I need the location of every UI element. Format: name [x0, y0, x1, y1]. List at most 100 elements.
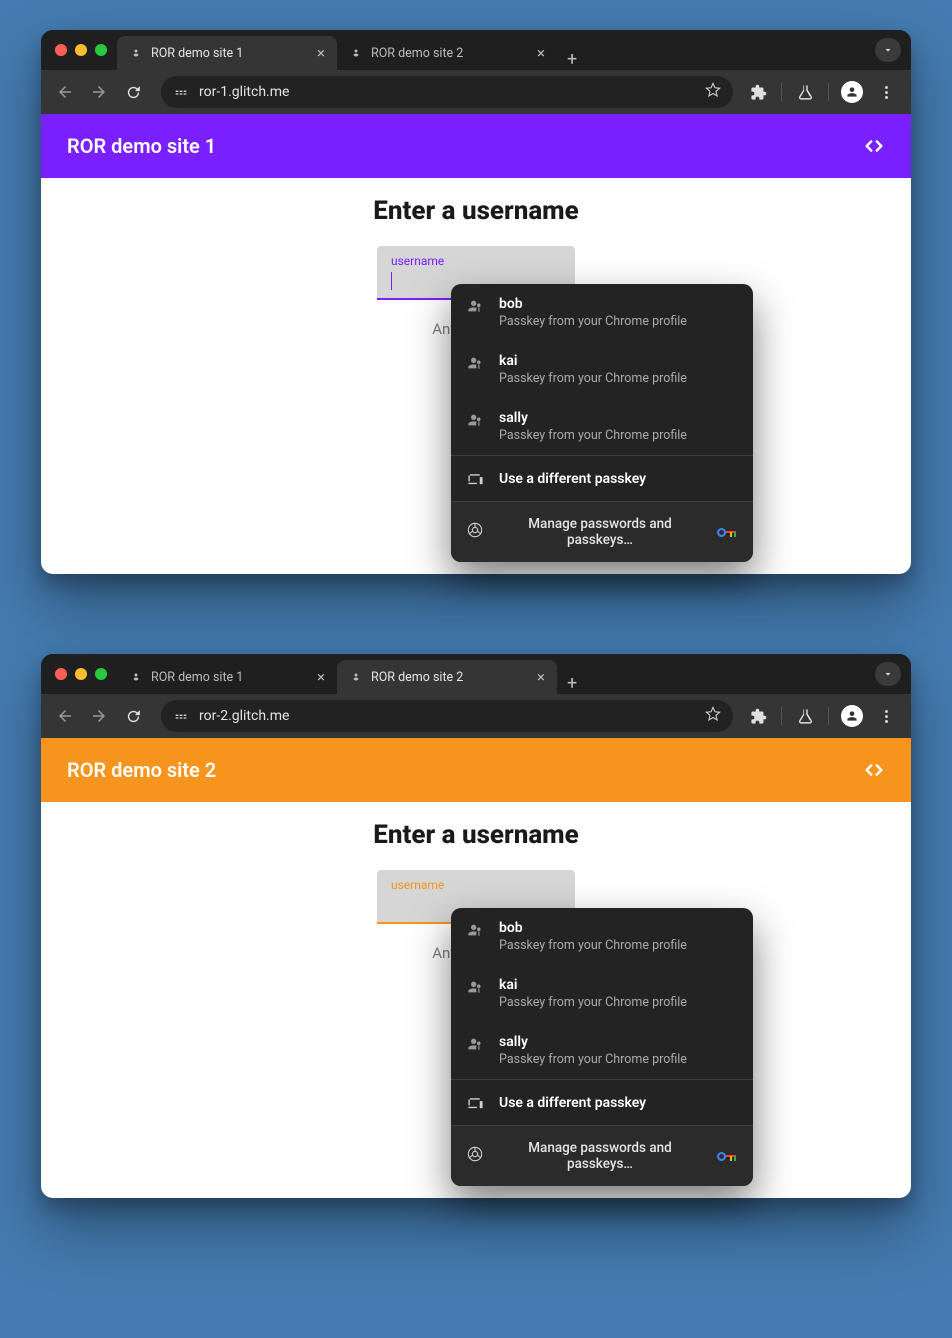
extensions-button[interactable] [747, 81, 769, 103]
input-label: username [391, 878, 561, 892]
page-body: Enter a username username Any usernam bo… [41, 802, 911, 1088]
traffic-fullscreen-icon[interactable] [95, 668, 107, 680]
passkey-name: kai [499, 353, 737, 369]
traffic-close-icon[interactable] [55, 44, 67, 56]
profile-button[interactable] [841, 705, 863, 727]
labs-button[interactable] [794, 705, 816, 727]
passkey-option[interactable]: bob Passkey from your Chrome profile [451, 284, 753, 341]
flask-icon [797, 708, 814, 725]
manage-label: Manage passwords and passkeys… [497, 1140, 703, 1172]
back-button[interactable] [51, 78, 79, 106]
reload-icon [125, 708, 142, 725]
profile-button[interactable] [841, 81, 863, 103]
puzzle-icon [750, 708, 767, 725]
new-tab-button[interactable]: + [557, 673, 587, 694]
browser-tab[interactable]: ROR demo site 1 × [117, 660, 337, 694]
forward-button[interactable] [85, 702, 113, 730]
use-different-passkey[interactable]: Use a different passkey [451, 1080, 753, 1125]
site-header: ROR demo site 1 [41, 114, 911, 178]
tab-favicon-icon [129, 670, 143, 684]
passkey-icon [467, 1036, 485, 1052]
site-header: ROR demo site 2 [41, 738, 911, 802]
tab-overflow-button[interactable] [875, 38, 901, 62]
passkey-option[interactable]: sally Passkey from your Chrome profile [451, 1022, 753, 1079]
traffic-close-icon[interactable] [55, 668, 67, 680]
site-title: ROR demo site 1 [67, 134, 216, 158]
chrome-menu-button[interactable] [875, 81, 897, 103]
passkey-dropdown: bob Passkey from your Chrome profile kai… [451, 908, 753, 1186]
manage-label: Manage passwords and passkeys… [497, 516, 703, 548]
new-tab-button[interactable]: + [557, 49, 587, 70]
passkey-option[interactable]: sally Passkey from your Chrome profile [451, 398, 753, 455]
arrow-right-icon [90, 83, 108, 101]
passkey-icon [467, 979, 485, 995]
devices-icon [467, 470, 485, 487]
tab-strip: ROR demo site 1 × ROR demo site 2 × + [117, 30, 587, 70]
bookmark-star-icon[interactable] [705, 706, 721, 726]
browser-window-2: ROR demo site 1 × ROR demo site 2 × + [41, 654, 911, 1198]
separator-icon [781, 83, 782, 101]
page-heading: Enter a username [41, 820, 911, 850]
address-bar[interactable]: ror-2.glitch.me [161, 700, 733, 732]
flask-icon [797, 84, 814, 101]
code-icon[interactable] [863, 759, 885, 781]
bookmark-star-icon[interactable] [705, 82, 721, 102]
chrome-menu-button[interactable] [875, 705, 897, 727]
tab-close-icon[interactable]: × [537, 670, 545, 685]
text-caret-icon [391, 272, 392, 290]
traffic-minimize-icon[interactable] [75, 44, 87, 56]
tab-close-icon[interactable]: × [317, 670, 325, 685]
passkey-name: sally [499, 1034, 737, 1050]
browser-tab[interactable]: ROR demo site 1 × [117, 36, 337, 70]
separator-icon [781, 707, 782, 725]
site-info-icon[interactable] [173, 708, 189, 724]
traffic-fullscreen-icon[interactable] [95, 44, 107, 56]
browser-tab[interactable]: ROR demo site 2 × [337, 660, 557, 694]
tab-favicon-icon [349, 670, 363, 684]
reload-button[interactable] [119, 702, 147, 730]
separator-icon [828, 83, 829, 101]
use-different-label: Use a different passkey [499, 471, 737, 487]
tab-favicon-icon [349, 46, 363, 60]
forward-button[interactable] [85, 78, 113, 106]
passkey-name: sally [499, 410, 737, 426]
reload-button[interactable] [119, 78, 147, 106]
page-body: Enter a username username Any usernam bo… [41, 178, 911, 464]
tab-title: ROR demo site 1 [151, 670, 243, 685]
browser-tab[interactable]: ROR demo site 2 × [337, 36, 557, 70]
tab-close-icon[interactable]: × [537, 46, 545, 61]
tab-close-icon[interactable]: × [317, 46, 325, 61]
input-label: username [391, 254, 561, 268]
titlebar: ROR demo site 1 × ROR demo site 2 × + [41, 654, 911, 694]
use-different-passkey[interactable]: Use a different passkey [451, 456, 753, 501]
code-icon[interactable] [863, 135, 885, 157]
site-info-icon[interactable] [173, 84, 189, 100]
tab-favicon-icon [129, 46, 143, 60]
passkey-option[interactable]: kai Passkey from your Chrome profile [451, 965, 753, 1022]
tab-overflow-button[interactable] [875, 662, 901, 686]
passkey-sub: Passkey from your Chrome profile [499, 995, 737, 1010]
back-button[interactable] [51, 702, 79, 730]
passkey-dropdown: bob Passkey from your Chrome profile kai… [451, 284, 753, 562]
passkey-sub: Passkey from your Chrome profile [499, 428, 737, 443]
manage-passwords[interactable]: Manage passwords and passkeys… [451, 1126, 753, 1186]
tab-strip: ROR demo site 1 × ROR demo site 2 × + [117, 654, 587, 694]
passkey-sub: Passkey from your Chrome profile [499, 1052, 737, 1067]
passkey-name: bob [499, 296, 737, 312]
use-different-label: Use a different passkey [499, 1095, 737, 1111]
chrome-icon [467, 1146, 483, 1166]
traffic-lights [55, 44, 107, 56]
toolbar-icons [747, 81, 901, 103]
extensions-button[interactable] [747, 705, 769, 727]
arrow-left-icon [56, 83, 74, 101]
separator-icon [828, 707, 829, 725]
labs-button[interactable] [794, 81, 816, 103]
passkey-option[interactable]: kai Passkey from your Chrome profile [451, 341, 753, 398]
passkey-icon [467, 922, 485, 938]
traffic-minimize-icon[interactable] [75, 668, 87, 680]
manage-passwords[interactable]: Manage passwords and passkeys… [451, 502, 753, 562]
address-bar[interactable]: ror-1.glitch.me [161, 76, 733, 108]
passkey-option[interactable]: bob Passkey from your Chrome profile [451, 908, 753, 965]
google-key-icon [717, 526, 737, 538]
page-viewport: ROR demo site 1 Enter a username usernam… [41, 114, 911, 574]
